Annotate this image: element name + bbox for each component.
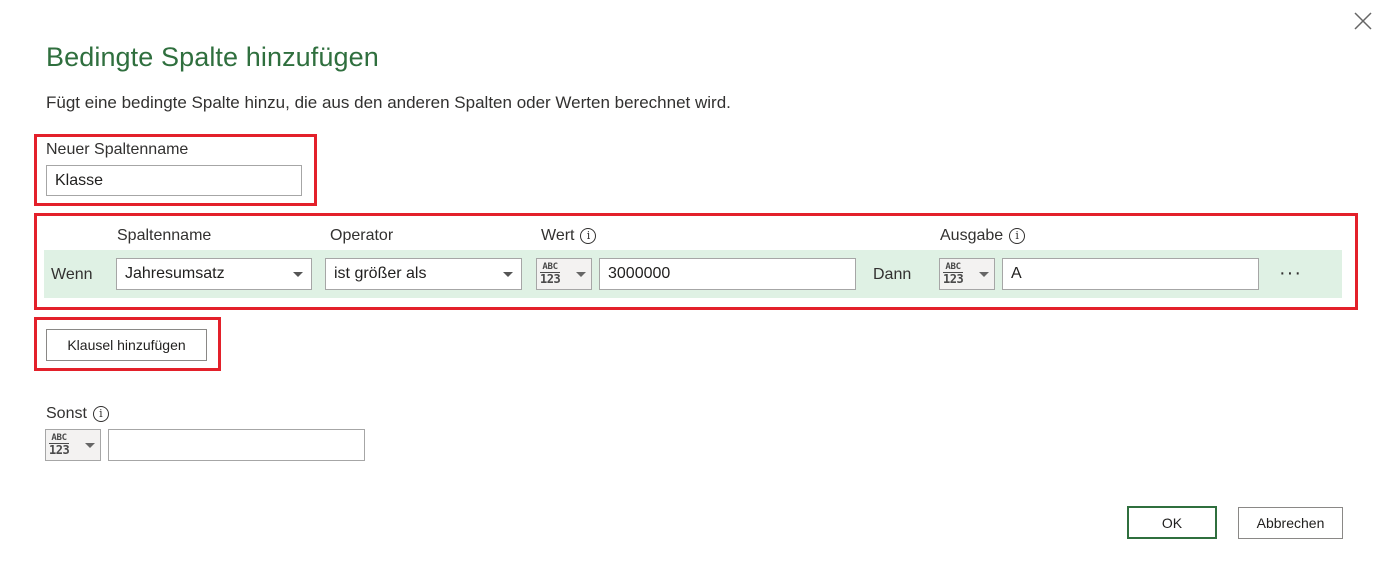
else-label: Sonst i xyxy=(46,405,109,423)
type-abc: ABC xyxy=(51,433,67,443)
chevron-down-icon xyxy=(576,271,586,277)
header-value-text: Wert xyxy=(541,227,575,244)
header-column-name: Spaltenname xyxy=(117,227,212,244)
dialog-description: Fügt eine bedingte Spalte hinzu, die aus… xyxy=(46,93,731,112)
operator-dropdown[interactable]: ist größer als xyxy=(325,258,522,290)
type-abc: ABC xyxy=(542,262,558,272)
output-input[interactable]: A xyxy=(1002,258,1259,290)
header-output: Ausgabe i xyxy=(940,227,1026,245)
type-num: 123 xyxy=(943,272,964,286)
else-value-input[interactable] xyxy=(108,429,365,461)
info-icon[interactable]: i xyxy=(580,227,597,244)
add-clause-button[interactable]: Klausel hinzufügen xyxy=(46,329,207,361)
abc-123-icon: ABC 123 xyxy=(49,433,70,457)
column-dropdown[interactable]: Jahresumsatz xyxy=(116,258,312,290)
then-label: Dann xyxy=(873,266,912,283)
type-abc: ABC xyxy=(945,262,961,272)
chevron-down-icon xyxy=(293,271,303,277)
new-column-name-value: Klasse xyxy=(55,171,104,189)
abc-123-icon: ABC 123 xyxy=(540,262,561,286)
abc-123-icon: ABC 123 xyxy=(943,262,964,286)
if-label: Wenn xyxy=(51,266,93,283)
close-icon xyxy=(1354,12,1372,30)
else-label-text: Sonst xyxy=(46,405,87,422)
cancel-button[interactable]: Abbrechen xyxy=(1238,507,1343,539)
close-button[interactable] xyxy=(1350,8,1376,34)
else-type-dropdown[interactable]: ABC 123 xyxy=(45,429,101,461)
column-dropdown-value: Jahresumsatz xyxy=(125,265,225,282)
output-input-value: A xyxy=(1011,265,1022,282)
type-num: 123 xyxy=(49,443,70,457)
header-value: Wert i xyxy=(541,227,597,245)
value-type-dropdown[interactable]: ABC 123 xyxy=(536,258,592,290)
info-icon[interactable]: i xyxy=(92,405,109,422)
value-input-value: 3000000 xyxy=(608,265,671,282)
output-type-dropdown[interactable]: ABC 123 xyxy=(939,258,995,290)
chevron-down-icon xyxy=(503,271,513,277)
type-num: 123 xyxy=(540,272,561,286)
header-output-text: Ausgabe xyxy=(940,227,1004,244)
info-icon[interactable]: i xyxy=(1009,227,1026,244)
chevron-down-icon xyxy=(979,271,989,277)
new-column-label: Neuer Spaltenname xyxy=(46,141,189,158)
value-input[interactable]: 3000000 xyxy=(599,258,856,290)
new-column-name-input[interactable]: Klasse xyxy=(46,165,302,196)
operator-dropdown-value: ist größer als xyxy=(334,265,427,282)
dialog-title: Bedingte Spalte hinzufügen xyxy=(46,42,379,72)
more-options-button[interactable]: ··· xyxy=(1279,263,1302,283)
chevron-down-icon xyxy=(85,442,95,448)
header-operator: Operator xyxy=(330,227,394,244)
ok-button[interactable]: OK xyxy=(1127,506,1217,539)
